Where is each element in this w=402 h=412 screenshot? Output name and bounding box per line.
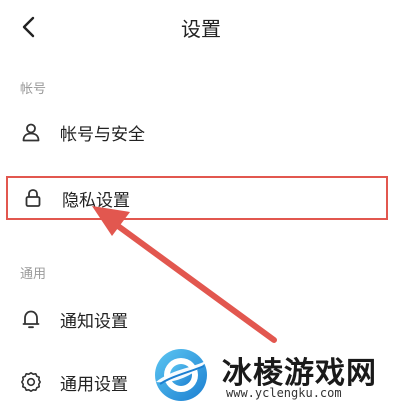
- watermark-logo-icon: [155, 349, 208, 401]
- page-title: 设置: [181, 17, 221, 41]
- lock-icon: [22, 187, 44, 209]
- watermark-url: www.yclengku.com: [226, 386, 342, 400]
- settings-screen: 设置 帐号 帐号与安全 隐私设置 通用 通知设置 通用设置 冰棱游戏网 www.…: [0, 0, 402, 412]
- gear-icon: [20, 371, 42, 393]
- row-account-security[interactable]: 帐号与安全: [6, 110, 388, 154]
- row-account-security-label: 帐号与安全: [60, 124, 145, 145]
- section-label-general: 通用: [20, 267, 47, 282]
- bell-icon: [20, 308, 42, 330]
- row-notification-settings[interactable]: 通知设置: [6, 297, 388, 341]
- header: 设置: [0, 0, 402, 52]
- section-label-account: 帐号: [20, 82, 47, 97]
- watermark: 冰棱游戏网 www.yclengku.com: [150, 342, 402, 412]
- row-general-settings-label: 通用设置: [60, 374, 128, 395]
- row-privacy-settings[interactable]: 隐私设置: [6, 176, 388, 220]
- row-privacy-settings-label: 隐私设置: [62, 190, 130, 211]
- row-notification-settings-label: 通知设置: [60, 311, 128, 332]
- user-icon: [20, 121, 42, 143]
